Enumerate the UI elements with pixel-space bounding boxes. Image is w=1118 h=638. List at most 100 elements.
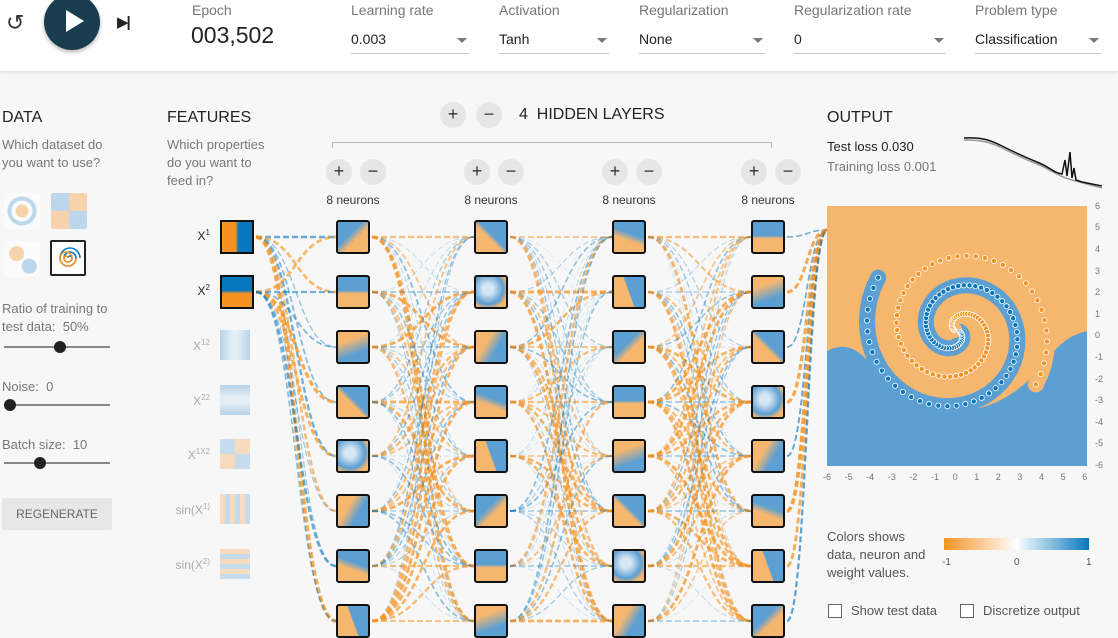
neuron-node[interactable] bbox=[751, 220, 785, 254]
data-point bbox=[1014, 336, 1021, 343]
y-axis-tick: 3 bbox=[1095, 265, 1101, 276]
neuron-node[interactable] bbox=[612, 330, 646, 364]
data-point bbox=[999, 298, 1006, 305]
neuron-node[interactable] bbox=[336, 439, 370, 473]
neuron-node[interactable] bbox=[336, 494, 370, 528]
neurons-label: 8 neurons bbox=[464, 193, 518, 207]
neurons-label: 8 neurons bbox=[741, 193, 795, 207]
neuron-node[interactable] bbox=[336, 275, 370, 309]
data-point bbox=[945, 254, 952, 261]
neuron-node[interactable] bbox=[612, 275, 646, 309]
data-point bbox=[926, 400, 933, 407]
y-axis-tick: 2 bbox=[1095, 287, 1101, 298]
neuron-node[interactable] bbox=[612, 494, 646, 528]
weight-link[interactable] bbox=[785, 228, 829, 568]
weight-link[interactable] bbox=[647, 236, 752, 348]
data-point bbox=[904, 352, 911, 359]
y-axis-tick: -1 bbox=[1095, 352, 1104, 362]
neuron-node[interactable] bbox=[474, 604, 508, 638]
data-point bbox=[1015, 273, 1022, 280]
data-point bbox=[992, 385, 999, 392]
y-axis-tick: 6 bbox=[1095, 200, 1101, 211]
weight-link[interactable] bbox=[255, 235, 337, 294]
data-point bbox=[895, 304, 902, 311]
neuron-node[interactable] bbox=[751, 275, 785, 309]
remove-neuron-button[interactable]: − bbox=[498, 159, 524, 185]
legend-tick: 0 bbox=[1014, 557, 1020, 568]
x-axis-tick: 4 bbox=[1039, 472, 1045, 482]
show-test-data-checkbox[interactable] bbox=[828, 604, 842, 618]
data-point bbox=[983, 286, 990, 293]
neuron-node[interactable] bbox=[751, 549, 785, 583]
add-neuron-button[interactable]: + bbox=[741, 159, 767, 185]
weight-link[interactable] bbox=[255, 291, 337, 348]
add-layer-button[interactable]: + bbox=[440, 102, 466, 128]
remove-neuron-button[interactable]: − bbox=[360, 159, 386, 185]
remove-neuron-button[interactable]: − bbox=[775, 159, 801, 185]
neuron-node[interactable] bbox=[751, 604, 785, 638]
neuron-node[interactable] bbox=[612, 549, 646, 583]
data-point bbox=[1043, 327, 1050, 334]
data-point bbox=[900, 290, 907, 297]
data-point bbox=[962, 401, 969, 408]
data-point bbox=[999, 261, 1006, 268]
neuron-node[interactable] bbox=[612, 439, 646, 473]
data-point bbox=[1022, 280, 1029, 287]
neuron-node[interactable] bbox=[474, 385, 508, 419]
weight-link[interactable] bbox=[647, 509, 752, 623]
layer-count: 4 bbox=[519, 106, 528, 123]
data-point bbox=[1010, 358, 1017, 365]
weight-link[interactable] bbox=[647, 236, 752, 457]
y-axis-tick: -2 bbox=[1095, 373, 1104, 384]
add-neuron-button[interactable]: + bbox=[326, 159, 352, 185]
add-neuron-button[interactable]: + bbox=[602, 159, 628, 185]
neuron-node[interactable] bbox=[474, 494, 508, 528]
neuron-node[interactable] bbox=[474, 275, 508, 309]
remove-neuron-button[interactable]: − bbox=[636, 159, 662, 185]
weight-link[interactable] bbox=[371, 346, 475, 567]
neurons-label: 8 neurons bbox=[326, 193, 380, 207]
data-point bbox=[953, 402, 960, 409]
neuron-node[interactable] bbox=[336, 385, 370, 419]
neuron-node[interactable] bbox=[336, 604, 370, 638]
discretize-checkbox[interactable] bbox=[960, 604, 974, 618]
weight-link[interactable] bbox=[255, 291, 337, 622]
weight-link[interactable] bbox=[647, 236, 752, 348]
data-point bbox=[958, 371, 965, 378]
training-loss: Training loss 0.001 bbox=[827, 159, 937, 174]
weight-link[interactable] bbox=[647, 510, 752, 622]
add-neuron-button[interactable]: + bbox=[464, 159, 490, 185]
weight-link[interactable] bbox=[785, 228, 829, 513]
legend-tick: -1 bbox=[942, 557, 951, 568]
neuron-node[interactable] bbox=[474, 549, 508, 583]
neuron-node[interactable] bbox=[751, 494, 785, 528]
weight-link[interactable] bbox=[255, 290, 337, 568]
neuron-node[interactable] bbox=[474, 220, 508, 254]
data-point bbox=[892, 382, 899, 389]
y-axis-tick: -5 bbox=[1095, 438, 1104, 449]
weight-link[interactable] bbox=[371, 236, 475, 403]
neuron-node[interactable] bbox=[612, 604, 646, 638]
neuron-node[interactable] bbox=[612, 220, 646, 254]
neuron-node[interactable] bbox=[751, 439, 785, 473]
neuron-node[interactable] bbox=[336, 330, 370, 364]
x-axis-tick: 2 bbox=[995, 472, 1001, 482]
neuron-node[interactable] bbox=[474, 330, 508, 364]
data-point bbox=[981, 255, 988, 262]
neuron-node[interactable] bbox=[474, 439, 508, 473]
neuron-node[interactable] bbox=[751, 330, 785, 364]
weight-link[interactable] bbox=[255, 291, 337, 512]
neuron-node[interactable] bbox=[336, 220, 370, 254]
neuron-node[interactable] bbox=[612, 385, 646, 419]
data-point bbox=[866, 338, 873, 345]
data-point bbox=[1044, 338, 1051, 345]
neuron-node[interactable] bbox=[336, 549, 370, 583]
data-point bbox=[899, 388, 906, 395]
data-point bbox=[994, 293, 1001, 300]
weight-link[interactable] bbox=[647, 401, 752, 622]
layers-bracket bbox=[332, 142, 772, 148]
remove-layer-button[interactable]: − bbox=[476, 102, 502, 128]
data-point bbox=[1043, 349, 1050, 356]
weight-link[interactable] bbox=[509, 455, 613, 622]
neuron-node[interactable] bbox=[751, 385, 785, 419]
